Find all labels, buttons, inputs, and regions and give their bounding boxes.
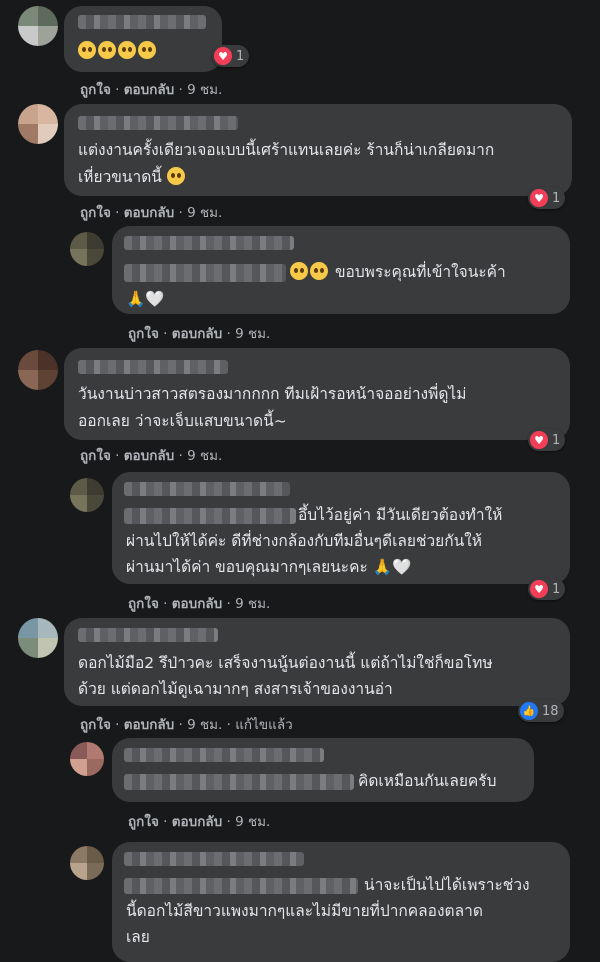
comment-text: คิดเหมือนกันเลยครับ xyxy=(358,772,497,790)
comment-text: วันงานบ่าวสาวสตรองมากกกก ทีมเฝ้ารอหน้าจอ… xyxy=(78,385,467,403)
reply-link[interactable]: ตอบกลับ xyxy=(124,82,174,98)
avatar[interactable] xyxy=(70,846,104,880)
comment-actions: ถูกใจ · ตอบกลับ · 9 ชม. · แก้ไขแล้ว xyxy=(80,717,293,733)
reply-link[interactable]: ตอบกลับ xyxy=(172,596,222,612)
commenter-name-blurred xyxy=(124,482,290,496)
blurred-text xyxy=(124,508,296,524)
comment-text: ผ่านมาได้ค่า ขอบคุณมากๆเลยนะคะ 🙏🤍 xyxy=(126,558,412,576)
like-link[interactable]: ถูกใจ xyxy=(128,814,159,830)
avatar[interactable] xyxy=(70,232,104,266)
comment-text: เหี่ยวขนาดนี้ xyxy=(78,164,187,191)
crying-emoji xyxy=(166,167,185,185)
comment-actions: ถูกใจ · ตอบกลับ · 9 ชม. xyxy=(80,205,223,221)
comment-text: แต่งงานครั้งเดียวเจอแบบนี้เศร้าแทนเลยค่ะ… xyxy=(78,141,495,159)
thumbs-up-icon: 👍 xyxy=(520,702,538,720)
comment-text: ออกเลย ว่าจะเจ็บแสบขนาดนี้~ xyxy=(78,412,287,430)
blurred-text xyxy=(124,774,354,790)
timestamp[interactable]: 9 ชม. xyxy=(187,205,222,221)
comment-actions: ถูกใจ · ตอบกลับ · 9 ชม. xyxy=(128,596,271,612)
avatar[interactable] xyxy=(18,104,58,144)
avatar[interactable] xyxy=(18,6,58,46)
commenter-name-blurred xyxy=(78,116,238,130)
like-link[interactable]: ถูกใจ xyxy=(80,717,111,733)
avatar[interactable] xyxy=(70,742,104,776)
comment-text: นี้ดอกไม้สีขาวแพงมากๆและไม่มีขายที่ปากคล… xyxy=(126,902,483,920)
blurred-text xyxy=(124,878,358,894)
commenter-name-blurred xyxy=(124,852,304,866)
avatar[interactable] xyxy=(18,350,58,390)
commenter-name-blurred xyxy=(78,360,228,374)
comment-text: น่าจะเป็นไปได้เพราะช่วง xyxy=(364,876,530,894)
reply-bubble: ขอบพระคุณที่เข้าใจนะค้า 🙏🤍 xyxy=(112,226,570,314)
timestamp[interactable]: 9 ชม. xyxy=(187,448,222,464)
commenter-name-blurred xyxy=(124,748,324,762)
reply-link[interactable]: ตอบกลับ xyxy=(172,814,222,830)
reaction-count[interactable]: ♥ 1 xyxy=(528,429,566,451)
like-link[interactable]: ถูกใจ xyxy=(80,82,111,98)
comment-text: ผ่านไปให้ได้ค่ะ ดีที่ช่างกล้องกับทีมอื่น… xyxy=(126,532,483,550)
comment-emoji: 🙏🤍 xyxy=(126,290,165,308)
timestamp[interactable]: 9 ชม. xyxy=(235,596,270,612)
timestamp[interactable]: 9 ชม. xyxy=(187,717,222,733)
reply-link[interactable]: ตอบกลับ xyxy=(124,448,174,464)
comment-text: ด้วย แต่ดอกไม้ดูเฉามากๆ สงสารเจ้าของงานอ… xyxy=(78,680,393,698)
avatar[interactable] xyxy=(18,618,58,658)
reaction-count[interactable]: 👍 18 xyxy=(518,700,564,722)
reply-link[interactable]: ตอบกลับ xyxy=(124,717,174,733)
like-link[interactable]: ถูกใจ xyxy=(80,205,111,221)
comment-bubble xyxy=(64,6,222,72)
commenter-name-blurred xyxy=(124,236,294,250)
reply-bubble: คิดเหมือนกันเลยครับ xyxy=(112,738,534,802)
comment-text: ขอบพระคุณที่เข้าใจนะค้า xyxy=(290,259,506,286)
comment-text: อึ้บไว้อยู่ค่า มีวันเดียวต้องทำให้ xyxy=(298,506,503,524)
reaction-count[interactable]: ♥ 1 xyxy=(528,578,566,600)
heart-icon: ♥ xyxy=(530,431,548,449)
comment-text: ดอกไม้มือ2 รึป่าวคะ เสร็จงานนู้นต่องานนี… xyxy=(78,654,493,672)
like-link[interactable]: ถูกใจ xyxy=(80,448,111,464)
reply-bubble: น่าจะเป็นไปได้เพราะช่วง นี้ดอกไม้สีขาวแพ… xyxy=(112,842,570,962)
comment-text: เลย xyxy=(126,928,150,946)
heart-icon: ♥ xyxy=(530,189,548,207)
timestamp[interactable]: 9 ชม. xyxy=(235,326,270,342)
comment-actions: ถูกใจ · ตอบกลับ · 9 ชม. xyxy=(80,82,223,98)
heart-icon: ♥ xyxy=(214,47,232,65)
reply-link[interactable]: ตอบกลับ xyxy=(124,205,174,221)
reply-link[interactable]: ตอบกลับ xyxy=(172,326,222,342)
reaction-count[interactable]: ♥ 1 xyxy=(212,45,250,67)
timestamp[interactable]: 9 ชม. xyxy=(235,814,270,830)
comment-actions: ถูกใจ · ตอบกลับ · 9 ชม. xyxy=(128,326,271,342)
like-link[interactable]: ถูกใจ xyxy=(128,596,159,612)
timestamp[interactable]: 9 ชม. xyxy=(187,82,222,98)
reply-bubble: อึ้บไว้อยู่ค่า มีวันเดียวต้องทำให้ ผ่านไ… xyxy=(112,472,570,584)
like-link[interactable]: ถูกใจ xyxy=(128,326,159,342)
comment-bubble: วันงานบ่าวสาวสตรองมากกกก ทีมเฝ้ารอหน้าจอ… xyxy=(64,348,570,440)
comment-emoji xyxy=(78,38,158,65)
avatar[interactable] xyxy=(70,478,104,512)
comment-bubble: ดอกไม้มือ2 รึป่าวคะ เสร็จงานนู้นต่องานนี… xyxy=(64,618,570,706)
heart-icon: ♥ xyxy=(530,580,548,598)
blurred-text xyxy=(124,264,286,282)
commenter-name-blurred xyxy=(78,15,206,29)
comment-bubble: แต่งงานครั้งเดียวเจอแบบนี้เศร้าแทนเลยค่ะ… xyxy=(64,104,572,196)
comment-actions: ถูกใจ · ตอบกลับ · 9 ชม. xyxy=(80,448,223,464)
comment-actions: ถูกใจ · ตอบกลับ · 9 ชม. xyxy=(128,814,271,830)
edited-label[interactable]: แก้ไขแล้ว xyxy=(235,717,292,733)
reaction-count[interactable]: ♥ 1 xyxy=(528,187,566,209)
commenter-name-blurred xyxy=(78,628,218,642)
